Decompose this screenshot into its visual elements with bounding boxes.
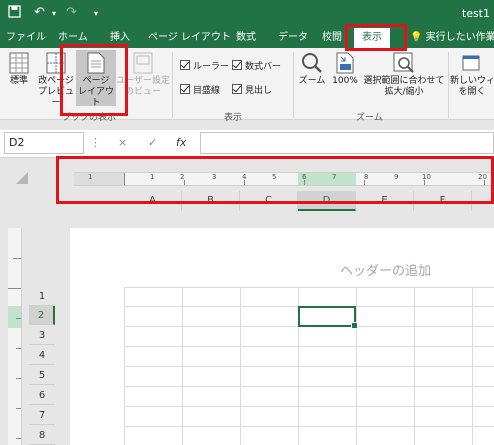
normal-view-icon	[9, 52, 29, 74]
formula-bar-checkbox-label: 数式バー	[245, 62, 282, 72]
zoom-to-selection-label-1: 選択範囲に合わせて	[363, 76, 445, 86]
new-window-label-2: を開く	[458, 87, 486, 97]
zoom-to-selection-button[interactable]: 選択範囲に合わせて 拡大/縮小	[362, 52, 446, 98]
normal-view-button[interactable]: 標準	[4, 52, 34, 87]
zoom-100-button[interactable]: 100%	[330, 52, 360, 87]
highlight-box-view-tab	[345, 24, 407, 51]
group-separator	[172, 52, 173, 118]
enter-icon[interactable]: ✓	[148, 136, 157, 149]
gridlines-checkbox-label: 目盛線	[193, 86, 221, 96]
gridline	[124, 287, 494, 288]
row-header-1[interactable]: 1	[29, 287, 55, 306]
undo-dropdown-icon[interactable]: ▾	[52, 9, 56, 18]
show-group-label: 表示	[224, 113, 243, 123]
zoom-group-label: ズーム	[356, 113, 383, 123]
row-header-3[interactable]: 3	[29, 326, 55, 345]
headings-checkbox-label: 見出し	[245, 86, 273, 96]
formula-bar: D2 ⋮ × ✓ fx	[0, 130, 494, 158]
custom-views-icon	[133, 52, 153, 74]
select-all-icon[interactable]	[16, 172, 28, 184]
gridline	[182, 287, 183, 445]
normal-view-label: 標準	[9, 76, 28, 86]
highlight-box-ruler	[56, 156, 494, 204]
ruler-tick	[16, 348, 21, 349]
ruler-checkbox[interactable]: ルーラー	[180, 60, 229, 73]
undo-icon[interactable]: ↶	[34, 5, 45, 20]
tab-page-layout[interactable]: ページ レイアウト	[148, 28, 231, 48]
zoom-100-icon	[336, 52, 354, 74]
tell-me-text: 実行したい作業を入	[425, 32, 494, 43]
save-icon[interactable]	[8, 5, 21, 22]
group-separator	[448, 52, 449, 118]
gridline	[124, 287, 125, 445]
highlight-box-page-layout	[60, 44, 128, 116]
window-title: test1	[461, 7, 490, 20]
ruler-tick	[13, 258, 21, 259]
ruler-tick	[16, 318, 21, 319]
row-header-8[interactable]: 8	[29, 426, 55, 445]
zoom-to-selection-label-2: 拡大/縮小	[384, 87, 424, 97]
magnifier-icon	[302, 53, 322, 73]
gridline	[124, 406, 494, 407]
headings-checkbox[interactable]: 見出し	[232, 84, 272, 97]
formula-bar-checkbox[interactable]: 数式バー	[232, 60, 281, 73]
zoom-100-label: 100%	[332, 76, 358, 86]
new-window-label-1: 新しいウィン	[450, 76, 494, 86]
checkbox-checked-icon	[232, 84, 242, 94]
row-header-5[interactable]: 5	[29, 366, 55, 385]
gridline	[124, 386, 494, 387]
more-icon: ⋮	[90, 136, 101, 149]
cancel-icon[interactable]: ×	[118, 136, 127, 149]
active-cell-d2[interactable]	[298, 306, 358, 329]
redo-icon[interactable]: ↷	[66, 5, 77, 20]
gridline	[124, 426, 494, 427]
add-header-placeholder[interactable]: ヘッダーの追加	[340, 260, 431, 279]
gridline	[240, 287, 241, 445]
ruler-tick	[8, 288, 21, 289]
zoom-label: ズーム	[298, 76, 326, 86]
tell-me-box[interactable]: 💡 実行したい作業を入	[410, 28, 494, 48]
row-header-2[interactable]: 2	[29, 306, 55, 325]
ruler-selection-highlight	[8, 306, 21, 328]
vertical-ruler	[8, 228, 22, 445]
checkbox-checked-icon	[180, 60, 190, 70]
gridlines-checkbox[interactable]: 目盛線	[180, 84, 220, 97]
gridline	[472, 287, 473, 445]
row-header-6[interactable]: 6	[29, 386, 55, 405]
customize-qat-icon[interactable]: ▾	[94, 9, 98, 18]
gridline	[356, 287, 357, 445]
new-window-icon	[462, 55, 480, 71]
gridline	[124, 346, 494, 347]
name-box[interactable]: D2	[4, 132, 84, 154]
ruler-tick	[16, 438, 21, 439]
checkbox-checked-icon	[232, 60, 242, 70]
ruler-checkbox-label: ルーラー	[193, 62, 230, 72]
zoom-to-selection-icon	[393, 52, 414, 73]
lightbulb-icon: 💡	[410, 32, 423, 43]
new-window-button[interactable]: 新しいウィン を開く	[450, 52, 494, 98]
tab-file[interactable]: ファイル	[6, 28, 46, 48]
name-box-value: D2	[9, 136, 25, 149]
checkbox-checked-icon	[180, 84, 190, 94]
zoom-button[interactable]: ズーム	[296, 52, 328, 87]
row-header-4[interactable]: 4	[29, 346, 55, 365]
ruler-tick	[16, 408, 21, 409]
tab-data[interactable]: データ	[278, 28, 308, 48]
title-bar: ↶ ▾ ↷ ▾ test1	[0, 0, 494, 28]
tab-review[interactable]: 校閲	[322, 28, 342, 48]
ruler-tick	[16, 378, 21, 379]
gridline	[414, 287, 415, 445]
tab-formulas[interactable]: 数式	[236, 28, 256, 48]
group-separator	[293, 52, 294, 118]
formula-input[interactable]	[200, 132, 494, 154]
custom-views-label-2: のビュー	[124, 87, 161, 97]
gridline	[124, 366, 494, 367]
row-header-7[interactable]: 7	[29, 406, 55, 425]
insert-function-icon[interactable]: fx	[176, 136, 186, 149]
